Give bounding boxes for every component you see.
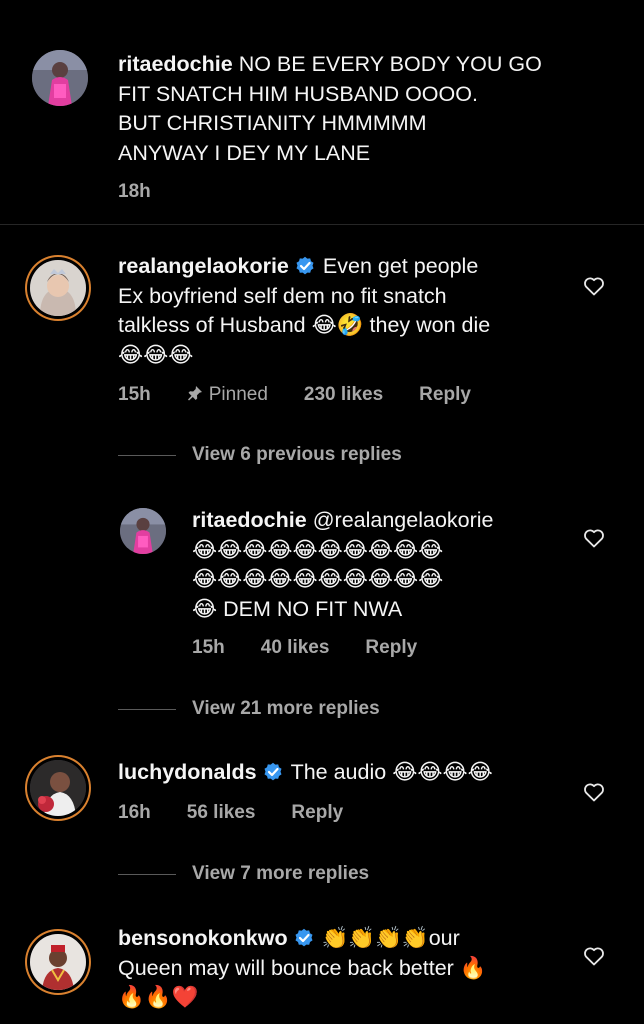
comment-line: Ex boyfriend self dem no fit snatch bbox=[118, 283, 447, 308]
thread-line bbox=[118, 874, 176, 875]
reply-button[interactable]: Reply bbox=[365, 637, 417, 659]
heart-icon[interactable] bbox=[582, 944, 606, 968]
comment-username[interactable]: bensonokonkwo bbox=[118, 926, 288, 950]
laugh-emoji-row: 😂😂😂😂😂😂😂😂😂😂 bbox=[192, 537, 444, 562]
laugh-emoji: 😂😂😂 bbox=[118, 342, 194, 367]
comment-meta: 16h 56 likes Reply bbox=[118, 802, 379, 824]
caption-line: ANYWAY I DEY MY LANE bbox=[118, 140, 371, 165]
caption-line: NO BE EVERY BODY YOU GO bbox=[238, 52, 542, 76]
comment-username[interactable]: realangelaokorie bbox=[118, 254, 289, 278]
laugh-emoji: 😂😂😂😂 bbox=[392, 760, 493, 784]
avatar-bensonokonkwo[interactable] bbox=[30, 934, 86, 990]
reply-button[interactable]: Reply bbox=[291, 802, 343, 824]
verified-badge-icon bbox=[264, 762, 282, 781]
caption-line: BUT CHRISTIANITY HMMMMM bbox=[118, 111, 427, 135]
avatar-ritaedochie[interactable] bbox=[120, 508, 166, 554]
avatar-realangelaokorie[interactable] bbox=[30, 260, 86, 316]
pin-icon bbox=[187, 386, 202, 401]
avatar-image bbox=[32, 50, 88, 106]
avatar-image bbox=[30, 934, 86, 990]
avatar-ritaedochie[interactable] bbox=[32, 50, 88, 106]
comment-time: 16h bbox=[118, 802, 151, 823]
comment-line: our bbox=[428, 926, 460, 950]
mention-link[interactable]: @realangelaokorie bbox=[313, 508, 494, 532]
caption-meta: 18h bbox=[118, 181, 187, 203]
thread-line bbox=[118, 455, 176, 456]
comment-line: Queen may will bounce back better bbox=[118, 955, 454, 980]
avatar-luchydonalds[interactable] bbox=[30, 760, 86, 816]
comment-line: Even get people bbox=[322, 254, 479, 278]
likes-count[interactable]: 40 likes bbox=[261, 637, 330, 659]
clap-emoji: 👏👏👏👏 bbox=[321, 926, 429, 950]
likes-count[interactable]: 230 likes bbox=[304, 384, 383, 406]
comment-line: talkless of Husband bbox=[118, 313, 306, 337]
avatar-image bbox=[30, 760, 86, 816]
caption-text: ritaedochie NO BE EVERY BODY YOU GO FIT S… bbox=[118, 50, 618, 168]
heart-icon[interactable] bbox=[582, 274, 606, 298]
laugh-emoji-row: 😂😂😂😂😂😂😂😂😂😂 bbox=[192, 567, 444, 591]
heart-icon[interactable] bbox=[582, 780, 606, 804]
comment-meta: 15h Pinned 230 likes Reply bbox=[118, 384, 507, 406]
comment-line: The audio bbox=[290, 760, 387, 784]
comment-username[interactable]: ritaedochie bbox=[192, 508, 307, 532]
caption-username[interactable]: ritaedochie bbox=[118, 52, 233, 76]
heart-icon[interactable] bbox=[582, 526, 606, 550]
reply-button[interactable]: Reply bbox=[419, 384, 471, 406]
comment-time: 15h bbox=[192, 637, 225, 658]
post-caption: ritaedochie NO BE EVERY BODY YOU GO FIT S… bbox=[0, 0, 644, 225]
caption-line: FIT SNATCH HIM HUSBAND OOOO. bbox=[118, 81, 478, 106]
view-more-replies[interactable]: View 7 more replies bbox=[192, 863, 369, 885]
comment-text: bensonokonkwo 👏👏👏👏our Queen may will boun… bbox=[118, 924, 578, 1013]
view-more-replies[interactable]: View 21 more replies bbox=[192, 698, 380, 720]
verified-badge-icon bbox=[296, 256, 314, 275]
avatar-image bbox=[120, 508, 166, 554]
pinned-label: Pinned bbox=[187, 384, 268, 406]
comment-time: 15h bbox=[118, 384, 151, 405]
caption-time: 18h bbox=[118, 181, 151, 202]
comment-text: realangelaokorie Even get people Ex boyfr… bbox=[118, 252, 578, 370]
comment-meta: 15h 40 likes Reply bbox=[192, 637, 453, 659]
comment-text: luchydonalds The audio 😂😂😂😂 bbox=[118, 758, 578, 788]
comment-text: ritaedochie @realangelaokorie 😂😂😂😂😂😂😂😂😂😂 … bbox=[192, 506, 572, 624]
comment-line: they won die bbox=[369, 313, 491, 337]
avatar-image bbox=[30, 260, 86, 316]
pinned-text: Pinned bbox=[208, 384, 268, 405]
view-previous-replies[interactable]: View 6 previous replies bbox=[192, 444, 402, 466]
thread-line bbox=[118, 709, 176, 710]
verified-badge-icon bbox=[295, 928, 313, 947]
fire-emoji: 🔥 bbox=[459, 955, 487, 980]
comment-line: DEM NO FIT NWA bbox=[223, 596, 403, 621]
fire-heart-emoji: 🔥🔥❤️ bbox=[118, 985, 199, 1009]
laugh-emoji: 😂🤣 bbox=[311, 313, 364, 337]
laugh-emoji: 😂 bbox=[192, 596, 218, 621]
likes-count[interactable]: 56 likes bbox=[187, 802, 256, 824]
comment-username[interactable]: luchydonalds bbox=[118, 760, 257, 784]
